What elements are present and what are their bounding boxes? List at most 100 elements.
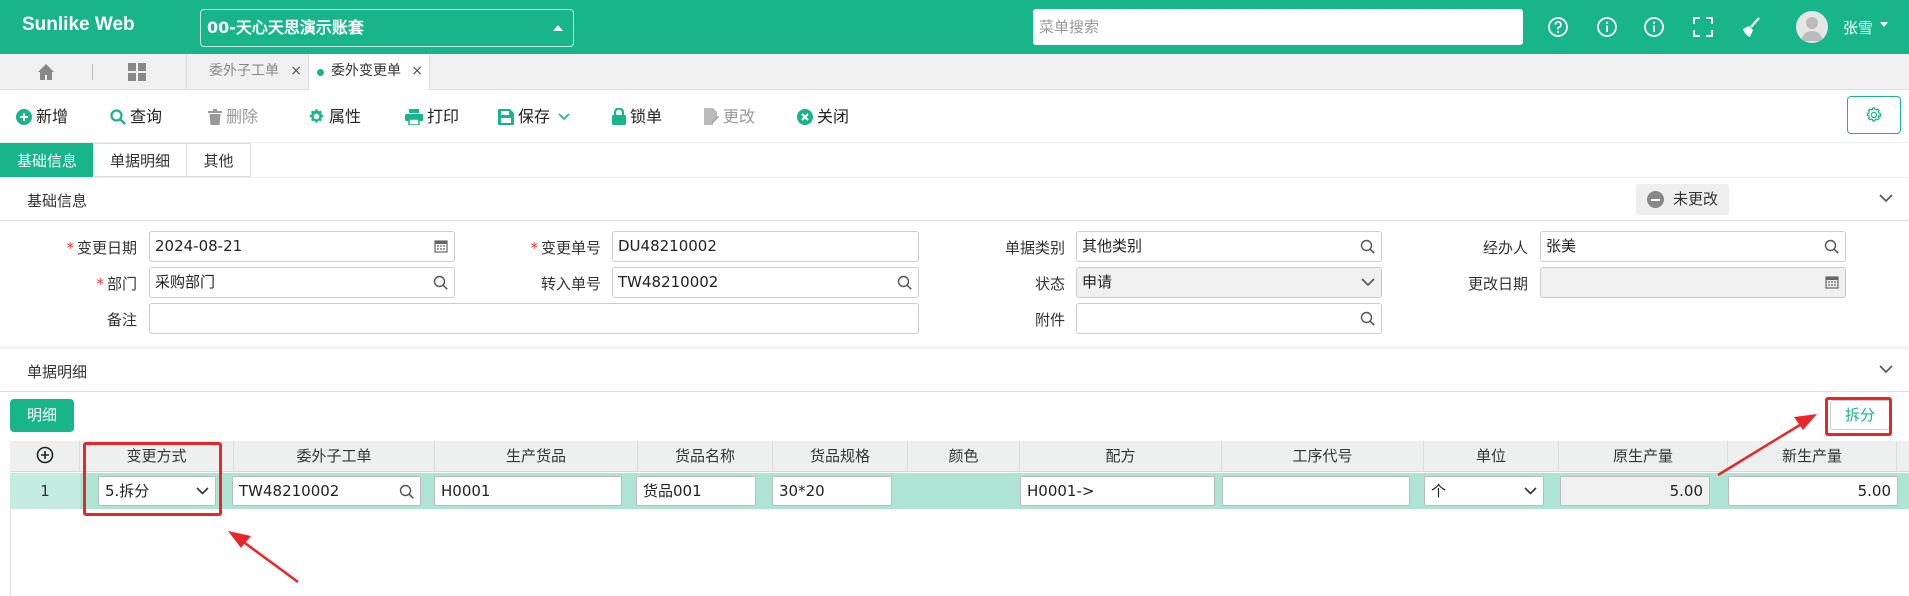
chevron-down-icon[interactable] bbox=[1361, 278, 1375, 287]
label-remark: 备注 bbox=[106, 311, 137, 329]
column-header[interactable]: 生产货品 bbox=[435, 441, 638, 472]
split-button[interactable]: 拆分 bbox=[1830, 400, 1890, 430]
unit-select[interactable]: 个 bbox=[1424, 476, 1544, 506]
query-button[interactable]: 查询 bbox=[110, 90, 162, 143]
floppy-icon bbox=[498, 109, 514, 125]
search-icon[interactable] bbox=[1824, 239, 1839, 254]
modify-button[interactable]: 更改 bbox=[704, 90, 755, 143]
column-header[interactable]: 货品规格 bbox=[773, 441, 908, 472]
basic-info-header[interactable]: 基础信息 bbox=[0, 177, 1909, 221]
fullscreen-icon[interactable] bbox=[1692, 16, 1714, 38]
settings-button[interactable] bbox=[1847, 96, 1901, 134]
modify-label: 更改 bbox=[723, 107, 756, 126]
change-mode-select[interactable]: 5.拆分 bbox=[98, 476, 216, 506]
tab-label: 委外子工单 bbox=[209, 63, 279, 79]
active-dot-icon bbox=[317, 69, 324, 76]
product-field[interactable]: H0001 bbox=[434, 476, 622, 506]
chevron-down-icon[interactable] bbox=[1879, 194, 1893, 203]
column-header[interactable]: 配方 bbox=[1020, 441, 1222, 472]
tab-document-detail[interactable]: 单据明细 bbox=[93, 143, 187, 177]
save-button[interactable]: 保存 bbox=[498, 90, 574, 143]
delete-button[interactable]: 删除 bbox=[208, 90, 258, 143]
tab-change-order[interactable]: 委外变更单 × bbox=[308, 54, 430, 90]
close-icon[interactable]: × bbox=[411, 54, 423, 89]
column-header[interactable]: 新生产量 bbox=[1728, 441, 1897, 472]
column-header[interactable]: 货品名称 bbox=[638, 441, 773, 472]
dept-field[interactable]: 采购部门 bbox=[149, 267, 455, 298]
detail-section-header[interactable]: 单据明细 bbox=[0, 348, 1909, 392]
table-row[interactable]: 1 5.拆分 TW48210002 H0001 货品001 30*20 H000… bbox=[10, 473, 1909, 509]
tab-other[interactable]: 其他 bbox=[186, 143, 251, 177]
modify-date-field[interactable] bbox=[1540, 267, 1846, 298]
label-transfer-no: 转入单号 bbox=[540, 275, 601, 293]
sub-order-field[interactable]: TW48210002 bbox=[232, 476, 421, 506]
process-code-field[interactable] bbox=[1222, 476, 1410, 506]
print-button[interactable]: 打印 bbox=[405, 90, 459, 143]
search-icon[interactable] bbox=[399, 484, 414, 499]
plus-circle-icon[interactable] bbox=[36, 446, 54, 464]
doc-type-field[interactable]: 其他类别 bbox=[1076, 231, 1382, 262]
new-qty-field[interactable]: 5.00 bbox=[1728, 476, 1898, 506]
tab-sub-order[interactable]: 委外子工单 × bbox=[186, 54, 308, 90]
spec-field[interactable]: 30*20 bbox=[772, 476, 892, 506]
column-header[interactable]: 单位 bbox=[1424, 441, 1559, 472]
search-icon[interactable] bbox=[433, 275, 448, 290]
user-name[interactable]: 张雪 bbox=[1843, 17, 1873, 38]
column-header[interactable]: 颜色 bbox=[908, 441, 1020, 472]
caret-down-icon[interactable] bbox=[1880, 22, 1888, 27]
column-header[interactable]: 委外子工单 bbox=[234, 441, 435, 472]
label-change-no: * 变更单号 bbox=[530, 239, 601, 257]
properties-button[interactable]: 属性 bbox=[308, 90, 361, 143]
label-doc-type: 单据类别 bbox=[1004, 239, 1065, 257]
formula-field[interactable]: H0001-> bbox=[1020, 476, 1215, 506]
search-icon bbox=[110, 109, 126, 125]
transfer-no-field[interactable]: TW48210002 bbox=[612, 267, 919, 298]
top-bar: Sunlike Web 00-天心天思演示账套 张雪 bbox=[0, 0, 1909, 54]
status-select[interactable]: 申请 bbox=[1076, 267, 1382, 298]
account-selector[interactable]: 00-天心天思演示账套 bbox=[200, 9, 574, 47]
avatar[interactable] bbox=[1796, 11, 1828, 43]
chevron-down-icon[interactable] bbox=[1879, 365, 1893, 374]
gear-icon bbox=[309, 109, 324, 123]
add-button[interactable]: 新增 bbox=[16, 90, 68, 143]
add-row-cell[interactable] bbox=[10, 441, 80, 472]
home-icon[interactable] bbox=[36, 62, 56, 82]
search-icon[interactable] bbox=[1360, 311, 1375, 326]
status-badge: 未更改 bbox=[1636, 184, 1729, 215]
label-handler: 经办人 bbox=[1482, 239, 1528, 257]
label-status: 状态 bbox=[1034, 275, 1065, 293]
column-header[interactable]: 变更方式 bbox=[80, 441, 234, 472]
close-label: 关闭 bbox=[817, 107, 850, 126]
remark-field[interactable] bbox=[149, 303, 919, 334]
info-circle-icon[interactable] bbox=[1643, 16, 1665, 38]
lock-icon bbox=[612, 107, 626, 125]
lock-button[interactable]: 锁单 bbox=[612, 90, 662, 143]
info-icon[interactable] bbox=[1596, 16, 1618, 38]
grid-icon[interactable] bbox=[128, 63, 146, 81]
calendar-icon[interactable] bbox=[1825, 275, 1839, 289]
tab-basic-info[interactable]: 基础信息 bbox=[0, 143, 94, 177]
handler-field[interactable]: 张美 bbox=[1540, 231, 1846, 262]
search-icon[interactable] bbox=[1360, 239, 1375, 254]
change-date-field[interactable]: 2024-08-21 bbox=[149, 231, 455, 262]
detail-tab-button[interactable]: 明细 bbox=[10, 399, 74, 432]
calendar-icon[interactable] bbox=[434, 239, 448, 253]
arrow-head-icon bbox=[1794, 414, 1817, 430]
user-icon bbox=[1801, 17, 1823, 41]
menu-search-input[interactable] bbox=[1033, 9, 1523, 45]
plus-circle-icon bbox=[16, 109, 32, 125]
search-icon[interactable] bbox=[897, 275, 912, 290]
attachment-field[interactable] bbox=[1076, 303, 1382, 334]
change-no-field[interactable]: DU48210002 bbox=[612, 231, 919, 262]
chevron-down-icon[interactable] bbox=[196, 487, 209, 495]
product-name-field[interactable]: 货品001 bbox=[636, 476, 756, 506]
column-header[interactable]: 原生产量 bbox=[1559, 441, 1728, 472]
close-icon[interactable]: × bbox=[290, 54, 302, 89]
help-icon[interactable] bbox=[1547, 16, 1569, 38]
broom-icon[interactable] bbox=[1740, 16, 1762, 38]
chevron-down-icon[interactable] bbox=[1524, 487, 1537, 495]
close-button[interactable]: 关闭 bbox=[797, 90, 849, 143]
chevron-down-icon[interactable] bbox=[558, 113, 570, 121]
detail-grid-body bbox=[10, 509, 1909, 596]
column-header[interactable]: 工序代号 bbox=[1222, 441, 1424, 472]
